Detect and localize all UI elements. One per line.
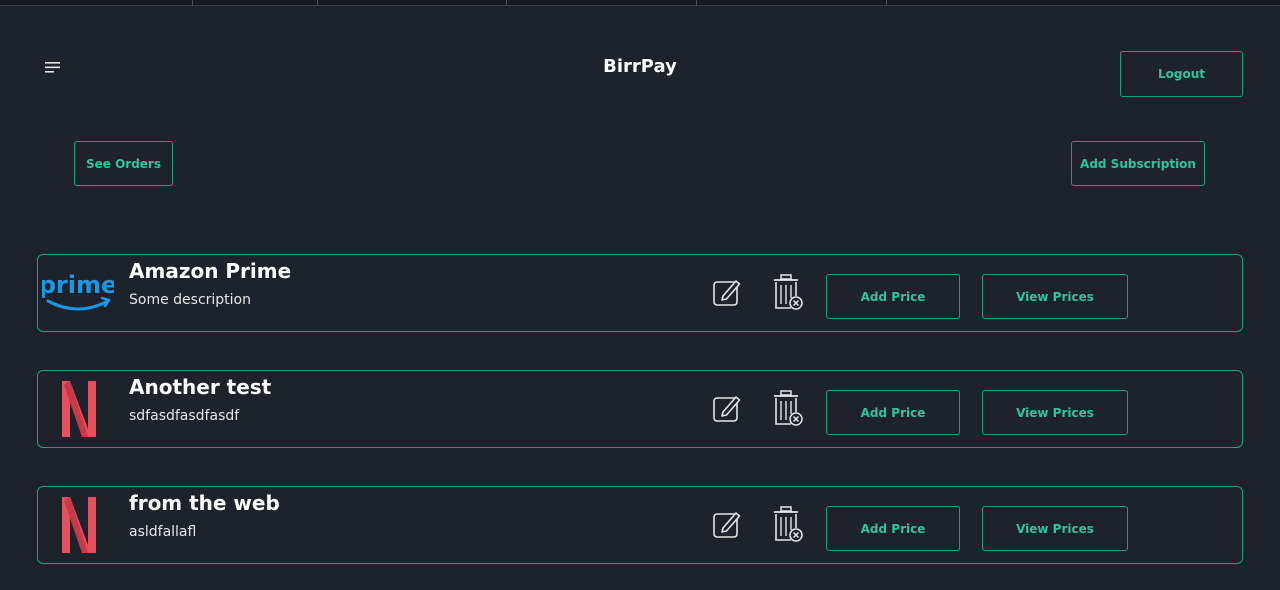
subscription-card-another-test: Another test sdfasdfasdfasdf Add Price V… <box>37 370 1243 448</box>
subscription-description: asldfallafl <box>129 524 197 540</box>
app-title: BirrPay <box>603 56 677 77</box>
netflix-logo <box>42 497 114 553</box>
prime-logo-text: prime <box>42 271 114 299</box>
edit-icon[interactable] <box>712 277 742 307</box>
subscription-name: from the web <box>129 491 280 515</box>
view-prices-button[interactable]: View Prices <box>982 274 1128 319</box>
add-price-button[interactable]: Add Price <box>826 506 960 551</box>
view-prices-button[interactable]: View Prices <box>982 390 1128 435</box>
browser-top-strip <box>0 0 1280 6</box>
prime-logo: prime <box>39 265 117 321</box>
add-subscription-button[interactable]: Add Subscription <box>1071 141 1205 186</box>
trash-icon[interactable] <box>771 390 805 428</box>
subscription-description: Some description <box>129 292 251 308</box>
subscription-card-amazon-prime: prime Amazon Prime Some description Add … <box>37 254 1243 332</box>
view-prices-button[interactable]: View Prices <box>982 506 1128 551</box>
subscription-description: sdfasdfasdfasdf <box>129 408 240 424</box>
logout-button[interactable]: Logout <box>1120 51 1243 97</box>
trash-icon[interactable] <box>771 274 805 312</box>
subscription-name: Amazon Prime <box>129 259 292 283</box>
trash-icon[interactable] <box>771 506 805 544</box>
edit-icon[interactable] <box>712 509 742 539</box>
subscription-name: Another test <box>129 375 272 399</box>
subscription-card-from-the-web: from the web asldfallafl Add Price View … <box>37 486 1243 564</box>
edit-icon[interactable] <box>712 393 742 423</box>
menu-icon[interactable] <box>44 60 62 74</box>
see-orders-button[interactable]: See Orders <box>74 141 173 186</box>
add-price-button[interactable]: Add Price <box>826 390 960 435</box>
netflix-logo <box>42 381 114 437</box>
add-price-button[interactable]: Add Price <box>826 274 960 319</box>
